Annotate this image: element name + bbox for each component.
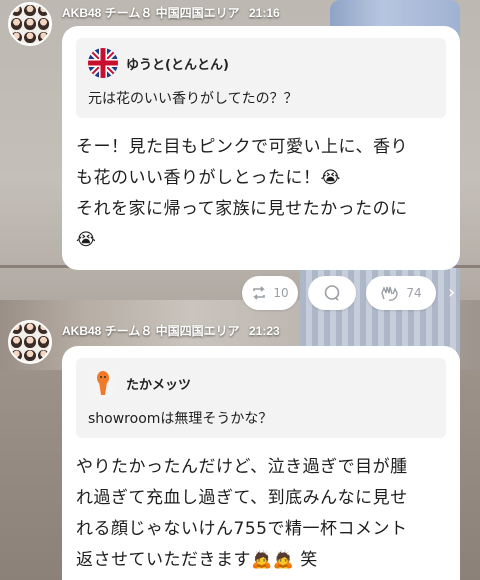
post-time: 21:16 <box>249 6 280 20</box>
message-line: れ過ぎて充血し過ぎて、到底みんなに見せ <box>76 488 408 508</box>
message-line: それを家に帰って家族に見せたかったのに <box>76 199 408 219</box>
quoted-comment[interactable]: たかメッツ showroomは無理そうかな？ <box>76 358 446 438</box>
avatar[interactable] <box>8 320 52 364</box>
repost-count: 10 <box>273 286 289 300</box>
message-line: そー！見た目もピンクで可愛い上に、香り <box>76 137 408 157</box>
speech-bubble-icon <box>324 285 340 301</box>
message-line: 返させていただきます🙇🙇 笑 <box>76 550 318 570</box>
post-meta: AKB48 チーム８ 中国四国エリア 21:23 <box>62 322 280 339</box>
quoted-comment[interactable]: ゆうと(とんとん) 元は花のいい香りがしてたの？？ <box>76 38 446 118</box>
message-bubble: たかメッツ showroomは無理そうかな？ やりたかったんだけど、泣き過ぎで目… <box>62 346 460 580</box>
message-bubble: ゆうと(とんとん) 元は花のいい香りがしてたの？？ そー！見た目もピンクで可愛い… <box>62 26 460 270</box>
orange-figure-icon <box>88 368 118 398</box>
avatar[interactable] <box>8 2 52 46</box>
post-time: 21:23 <box>249 324 280 338</box>
message-line: やりたかったんだけど、泣き過ぎで目が腫 <box>76 457 408 477</box>
post-meta: AKB48 チーム８ 中国四国エリア 21:16 <box>62 4 280 21</box>
repost-icon <box>253 286 266 300</box>
chevron-right-icon[interactable]: › <box>448 282 462 303</box>
message-body: やりたかったんだけど、泣き過ぎで目が腫 れ過ぎて充血し過ぎて、到底みんなに見せ … <box>76 452 446 576</box>
author-name[interactable]: AKB48 チーム８ 中国四国エリア <box>62 6 240 20</box>
author-name[interactable]: AKB48 チーム８ 中国四国エリア <box>62 324 240 338</box>
repost-button[interactable]: 10 <box>242 276 298 310</box>
quoted-user-name[interactable]: ゆうと(とんとん) <box>126 54 229 73</box>
comment-button[interactable] <box>308 276 356 310</box>
post-actions: 10 74 <box>242 276 436 310</box>
clap-count: 74 <box>406 286 422 300</box>
clap-button[interactable]: 74 <box>366 276 436 310</box>
clapping-hands-icon <box>381 286 399 301</box>
quoted-user-name[interactable]: たかメッツ <box>126 374 191 393</box>
union-jack-flag-icon <box>88 48 118 78</box>
quoted-text: 元は花のいい香りがしてたの？？ <box>88 91 298 107</box>
quoted-text: showroomは無理そうかな？ <box>88 411 273 427</box>
message-line: れる顔じゃないけん755で精一杯コメント <box>76 519 408 539</box>
message-line: 😭 <box>76 230 97 250</box>
message-body: そー！見た目もピンクで可愛い上に、香り も花のいい香りがしとったに！😭 それを家… <box>76 132 446 256</box>
message-line: も花のいい香りがしとったに！😭 <box>76 168 341 188</box>
